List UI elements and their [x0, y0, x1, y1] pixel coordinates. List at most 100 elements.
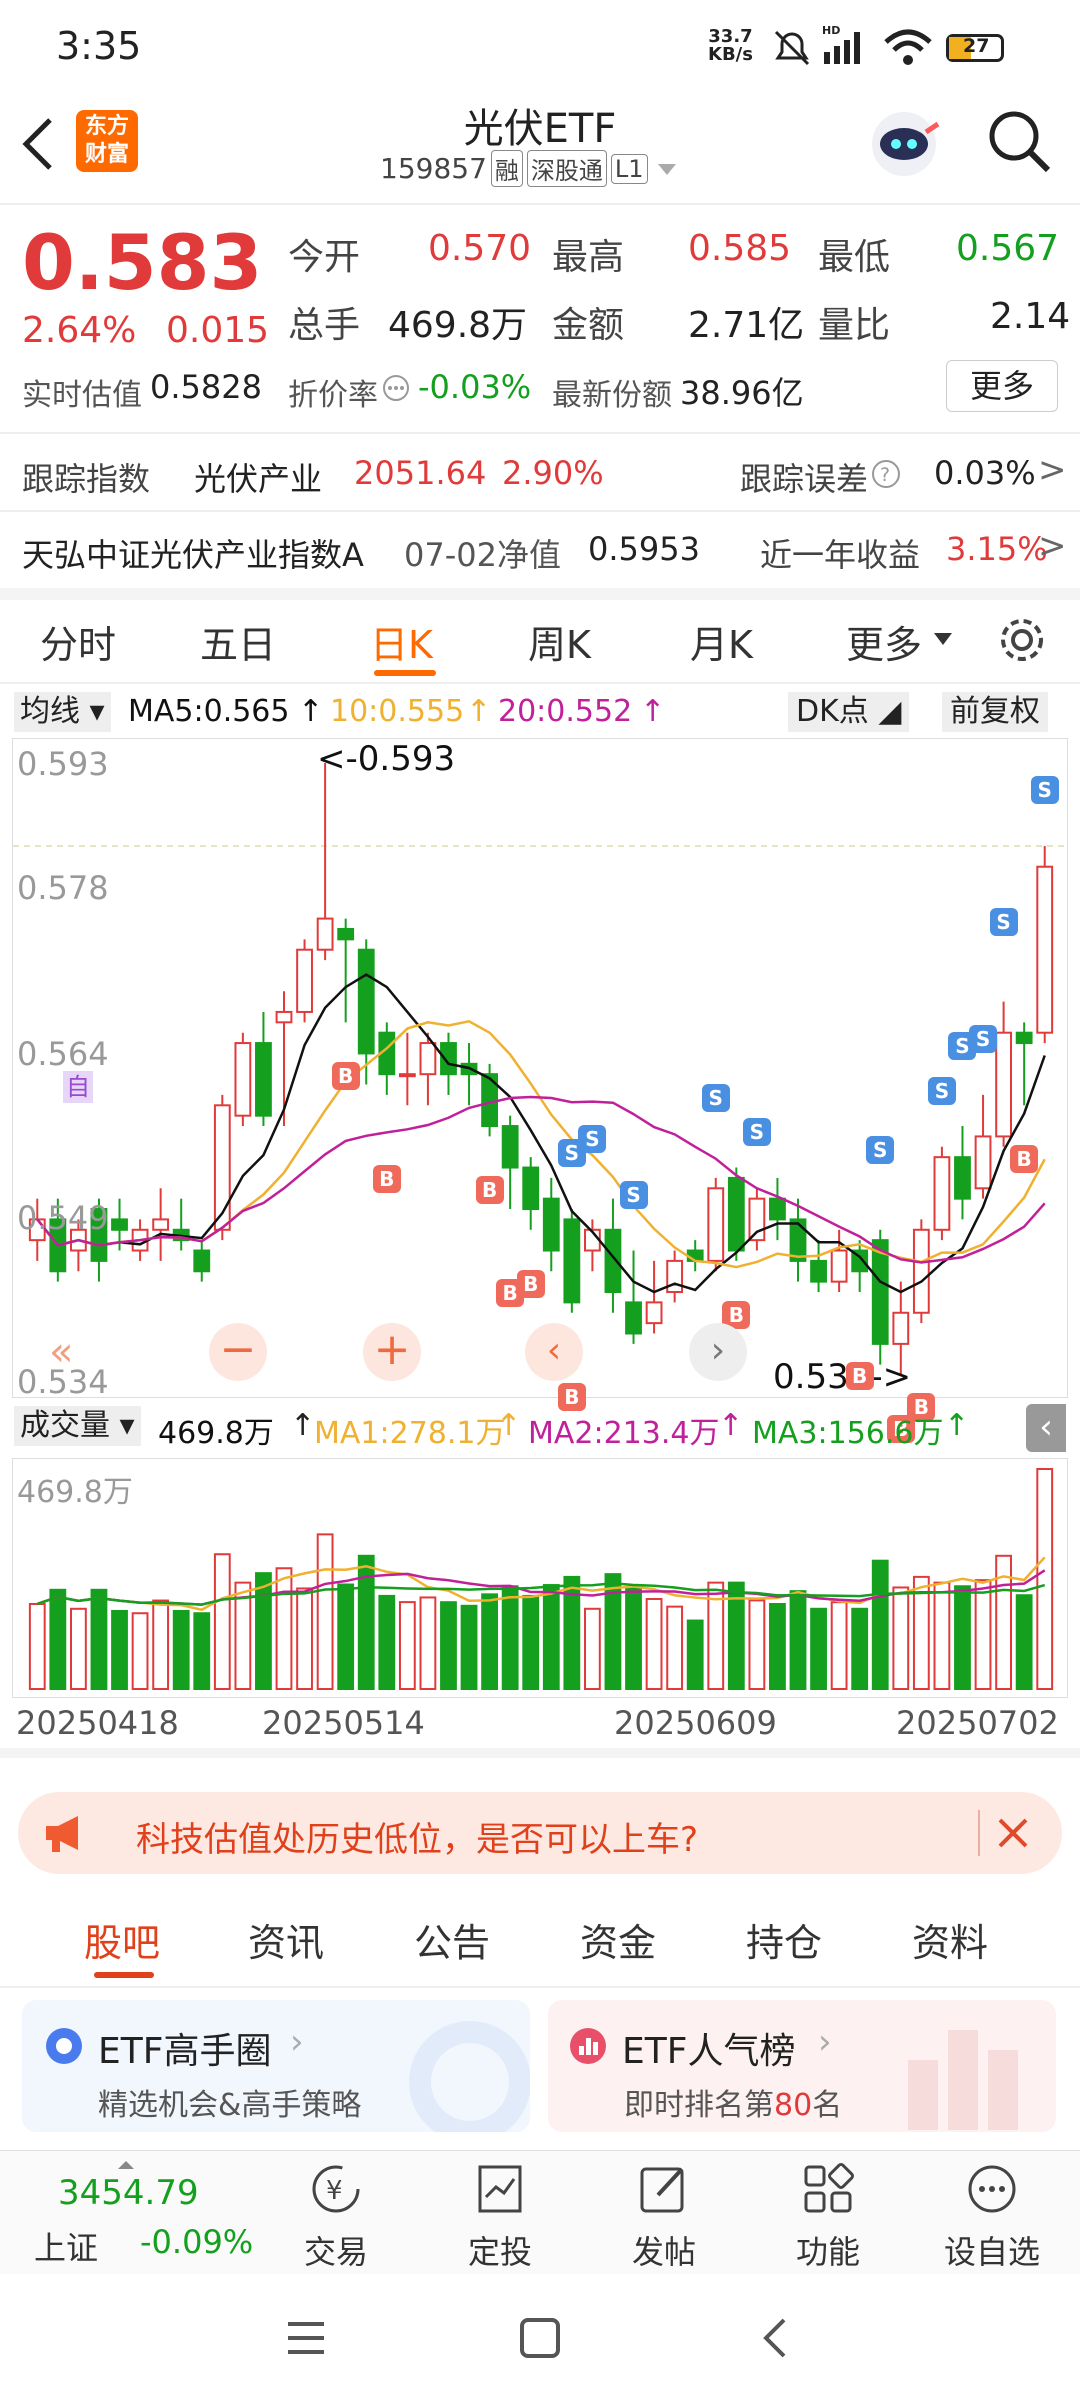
card-title: ETF人气榜	[622, 2031, 796, 2072]
more-button[interactable]: 更多	[946, 360, 1058, 412]
nav-post[interactable]: 发帖	[604, 2161, 724, 2273]
status-time: 3:35	[56, 24, 142, 68]
volume-bar	[542, 1584, 560, 1690]
volume-bar	[892, 1586, 910, 1691]
nav-functions[interactable]: 功能	[768, 2161, 888, 2273]
app-logo[interactable]: 东方 财富	[76, 110, 138, 172]
page-title: 光伏ETF	[463, 106, 617, 152]
close-icon[interactable]	[994, 1814, 1032, 1852]
scroll-left-button[interactable]: ‹	[525, 1323, 583, 1381]
tab-profile[interactable]: 资料	[912, 1912, 988, 1967]
vol-ma2-label: MA2:213.4万	[528, 1416, 720, 1451]
ratio-label: 量比	[818, 305, 891, 346]
card-desc: 即时排名第80名	[624, 2088, 843, 2123]
volume-bar: 成交量 ▾ 469.8万 ↑ MA1:278.1万 ↑ MA2:213.4万 ↑…	[0, 1400, 1080, 1454]
adjust-button[interactable]: 前复权	[942, 692, 1048, 732]
share-label: 最新份额	[552, 378, 672, 413]
card-title: ETF高手圈	[98, 2031, 272, 2072]
linked-fund-row[interactable]: 天弘中证光伏产业指数A 07-02净值 0.5953 近一年收益 3.15% >	[0, 512, 1080, 588]
volume-bar	[275, 1567, 293, 1690]
tab-holdings[interactable]: 持仓	[746, 1912, 822, 1967]
share-value: 38.96亿	[680, 374, 804, 412]
volume-bar	[419, 1596, 437, 1691]
volume-bar	[481, 1593, 499, 1690]
volume-chart[interactable]: 469.8万	[12, 1458, 1068, 1698]
buy-marker: B	[1010, 1145, 1039, 1174]
code-line[interactable]: 159857 融 深股通 L1	[380, 150, 680, 187]
ratio-value: 2.14	[990, 296, 1071, 337]
indicator-select[interactable]: 均线 ▾	[14, 692, 111, 732]
index-value: 3454.79	[58, 2173, 199, 2213]
volume-label: 总手	[288, 305, 361, 346]
volume-bar	[851, 1607, 869, 1690]
megaphone-icon	[46, 1816, 78, 1852]
index-ticker[interactable]: 3454.79 上证 -0.09%	[0, 2151, 253, 2275]
tab-daily-k[interactable]: 日K	[370, 614, 433, 669]
nav-auto-invest[interactable]: 定投	[440, 2161, 560, 2273]
etf-ranking-card[interactable]: ETF人气榜 › 即时排名第80名	[548, 2000, 1056, 2132]
nav-add-watchlist[interactable]: 设自选	[932, 2161, 1052, 2273]
zoom-out-button[interactable]: −	[209, 1323, 267, 1381]
tab-forum[interactable]: 股吧	[84, 1912, 160, 1967]
help-icon[interactable]: ?	[870, 458, 902, 490]
signal-icon: HD	[822, 24, 860, 64]
promo-banner[interactable]: 科技估值处历史低位，是否可以上车?	[18, 1792, 1062, 1874]
volume-plot	[28, 1468, 1054, 1691]
scroll-right-button[interactable]: ›	[689, 1323, 747, 1381]
etf-expert-card[interactable]: ETF高手圈 › 精选机会&高手策略	[22, 2000, 530, 2132]
volume-bar	[131, 1612, 149, 1690]
tab-weekly-k[interactable]: 周K	[528, 614, 591, 669]
up-arrow-icon: ↑	[298, 694, 324, 729]
tracking-index-row[interactable]: 跟踪指数 光伏产业 2051.64 2.90% 跟踪误差 ? 0.03% >	[0, 436, 1080, 510]
back-icon[interactable]	[18, 116, 58, 172]
robot-avatar-icon[interactable]	[864, 104, 944, 184]
volume-value: 469.8万	[388, 305, 528, 346]
zoom-in-button[interactable]: +	[363, 1323, 421, 1381]
tab-more[interactable]: 更多	[846, 614, 922, 669]
volume-bar	[810, 1607, 827, 1690]
menu-icon[interactable]	[284, 2316, 328, 2360]
sell-marker: S	[927, 1076, 956, 1105]
dk-point-button[interactable]: DK点 ◢	[788, 692, 910, 732]
volume-bar	[686, 1619, 704, 1691]
ma-bar: 均线 ▾ MA5:0.565 ↑ 10:0.555 ↑ 20:0.552 ↑ D…	[0, 688, 1080, 738]
home-icon[interactable]	[518, 2316, 562, 2360]
info-dots-icon[interactable]	[382, 374, 410, 402]
volume-bar	[789, 1590, 807, 1691]
ma5-label: MA5:0.565	[128, 694, 290, 729]
tab-notice[interactable]: 公告	[414, 1912, 490, 1967]
volume-bar	[748, 1599, 766, 1690]
k-line-chart[interactable]: 0.593 0.578 0.564 0.549 0.534 <-0.593 0.…	[12, 738, 1069, 1443]
estimate-value: 0.5828	[150, 368, 262, 406]
volume-indicator-select[interactable]: 成交量 ▾	[14, 1406, 141, 1446]
volume-bar	[871, 1559, 889, 1691]
card-decoration-icon	[409, 2021, 530, 2132]
volume-bar	[583, 1607, 601, 1690]
volume-bar	[378, 1594, 396, 1690]
nav-trade[interactable]: ¥ 交易	[276, 2161, 396, 2273]
back-nav-icon[interactable]	[754, 2316, 798, 2360]
date-tick: 20250514	[262, 1704, 425, 1742]
gear-icon[interactable]	[994, 612, 1050, 668]
rewind-icon[interactable]: «	[49, 1329, 73, 1375]
tab-fund-flow[interactable]: 资金	[580, 1912, 656, 1967]
chevron-right-icon: ›	[818, 2022, 832, 2062]
search-icon[interactable]	[984, 106, 1054, 176]
tab-intraday[interactable]: 分时	[40, 614, 116, 669]
banner-text: 科技估值处历史低位，是否可以上车?	[136, 1820, 699, 1860]
volume-bar	[769, 1602, 786, 1690]
wifi-icon	[884, 29, 932, 65]
last-price: 0.583	[22, 218, 263, 307]
index-name: 上证	[34, 2229, 99, 2267]
volume-bar	[625, 1586, 642, 1691]
svg-text:HD: HD	[822, 24, 840, 37]
volume-bar	[954, 1585, 971, 1690]
chevron-right-icon: >	[1038, 450, 1067, 490]
volume-bar	[974, 1579, 992, 1690]
volume-bar	[1015, 1594, 1033, 1690]
tab-monthly-k[interactable]: 月K	[690, 614, 753, 669]
collapse-panel-button[interactable]: ‹	[1026, 1404, 1066, 1452]
tab-five-day[interactable]: 五日	[200, 614, 276, 669]
high-value: 0.585	[688, 228, 792, 269]
tab-news[interactable]: 资讯	[248, 1912, 324, 1967]
